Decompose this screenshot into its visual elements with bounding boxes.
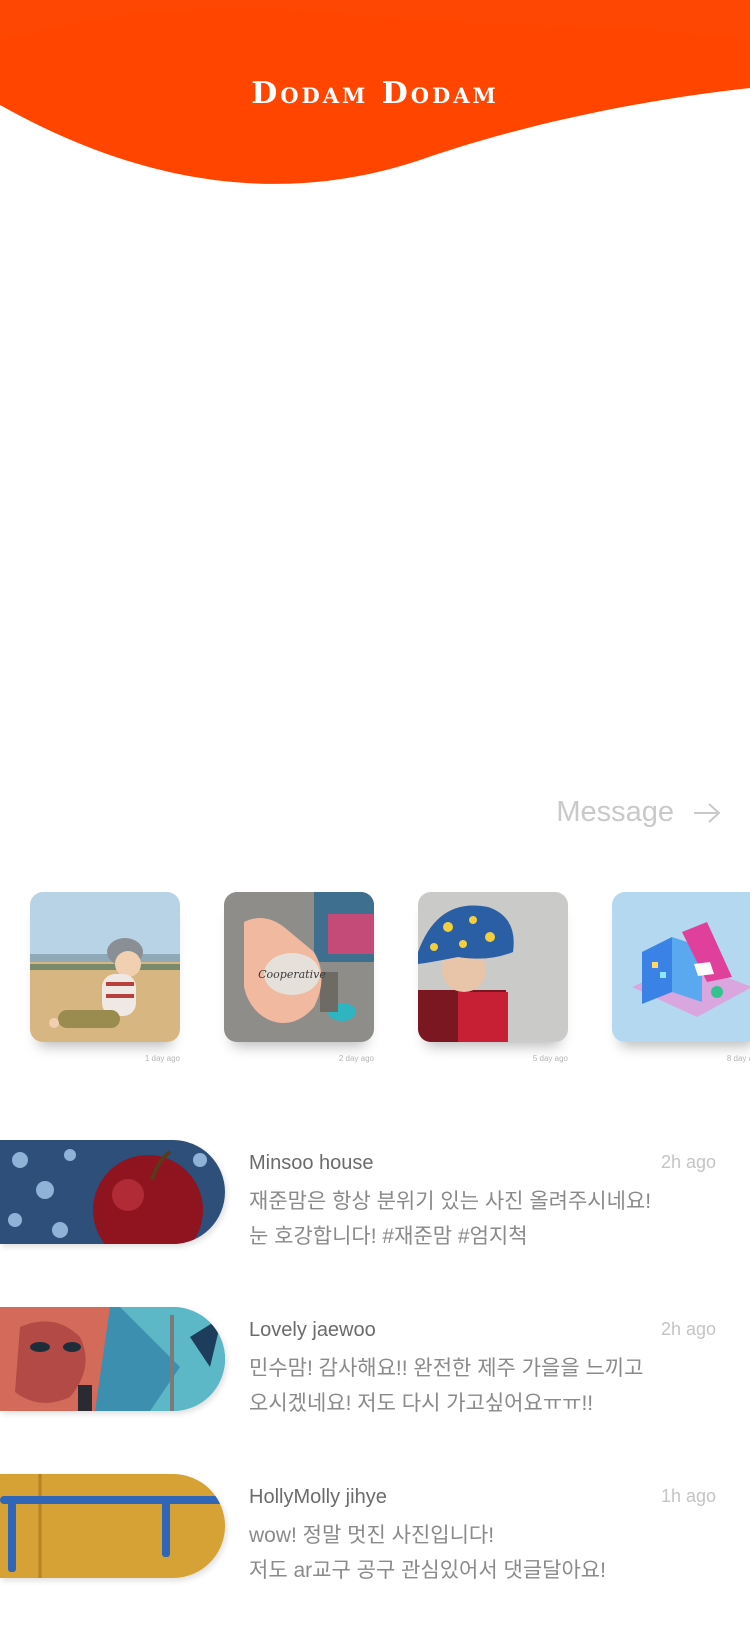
comment-line: 눈 호강합니다! #재준맘 #엄지척 xyxy=(249,1225,528,1248)
message-label: Message xyxy=(556,796,674,828)
comment-author[interactable]: Lovely jaewoo xyxy=(249,1319,376,1342)
story-thumbnail[interactable]: Cooperative xyxy=(224,892,374,1042)
story-thumbnail[interactable] xyxy=(612,892,750,1042)
hand-holding-stone-photo: Cooperative xyxy=(224,892,374,1042)
comment-photo[interactable] xyxy=(0,1474,225,1578)
comment-item[interactable]: Minsoo house 2h ago 재준맘은 항상 분위기 있는 사진 올려… xyxy=(0,1140,750,1250)
arrow-right-icon xyxy=(694,802,721,823)
comment-time: 2h ago xyxy=(660,1319,716,1339)
app-title: Dodam Dodam xyxy=(251,76,499,111)
isometric-letter-a-photo xyxy=(612,892,750,1042)
story-strip[interactable]: 1 day ago Cooperative 2 day ago 5 day ag… xyxy=(0,892,750,1082)
story-item[interactable]: 1 day ago xyxy=(30,892,180,1063)
story-thumbnail[interactable] xyxy=(30,892,180,1042)
comment-line: 저도 ar교구 공구 관심있어서 댓글달아요! xyxy=(249,1559,606,1582)
comment-author[interactable]: Minsoo house xyxy=(249,1152,374,1175)
red-apple-photo xyxy=(0,1140,225,1244)
story-time: 5 day ago xyxy=(532,1054,568,1063)
svg-text:Cooperative: Cooperative xyxy=(258,968,326,981)
comment-line: 재준맘은 항상 분위기 있는 사진 올려주시네요! xyxy=(249,1190,652,1213)
story-item[interactable]: Cooperative 2 day ago xyxy=(224,892,374,1063)
comment-time: 2h ago xyxy=(660,1152,716,1172)
comment-item[interactable]: HollyMolly jihye 1h ago wow! 정말 멋진 사진입니다… xyxy=(0,1474,750,1584)
header-banner: Dodam Dodam xyxy=(0,0,750,200)
comment-text: 재준맘은 항상 분위기 있는 사진 올려주시네요! 눈 호강합니다! #재준맘 … xyxy=(249,1184,689,1254)
message-button[interactable]: Message xyxy=(556,796,722,829)
comment-text: wow! 정말 멋진 사진입니다! 저도 ar교구 공구 관심있어서 댓글달아요… xyxy=(249,1518,689,1588)
comment-line: wow! 정말 멋진 사진입니다! xyxy=(249,1524,495,1547)
story-thumbnail[interactable] xyxy=(418,892,568,1042)
story-item[interactable]: 8 day ago xyxy=(612,892,750,1063)
blue-shelf-wall-photo xyxy=(0,1474,225,1578)
story-time: 1 day ago xyxy=(144,1054,180,1063)
comment-line: 오시겠네요! 저도 다시 가고싶어요ㅠㅠ!! xyxy=(249,1392,594,1415)
street-mural-photo xyxy=(0,1307,225,1411)
baby-on-beach-photo xyxy=(30,892,180,1042)
comment-photo[interactable] xyxy=(0,1307,225,1411)
comment-line: 민수맘! 감사해요!! 완전한 제주 가을을 느끼고 xyxy=(249,1357,644,1380)
child-in-bucket-hat-photo xyxy=(418,892,568,1042)
comment-photo[interactable] xyxy=(0,1140,225,1244)
story-time: 8 day ago xyxy=(726,1054,750,1063)
story-time: 2 day ago xyxy=(338,1054,374,1063)
comment-author[interactable]: HollyMolly jihye xyxy=(249,1486,387,1509)
comment-time: 1h ago xyxy=(660,1486,716,1506)
comment-item[interactable]: Lovely jaewoo 2h ago 민수맘! 감사해요!! 완전한 제주 … xyxy=(0,1307,750,1417)
story-item[interactable]: 5 day ago xyxy=(418,892,568,1063)
comment-text: 민수맘! 감사해요!! 완전한 제주 가을을 느끼고 오시겠네요! 저도 다시 … xyxy=(249,1351,689,1421)
